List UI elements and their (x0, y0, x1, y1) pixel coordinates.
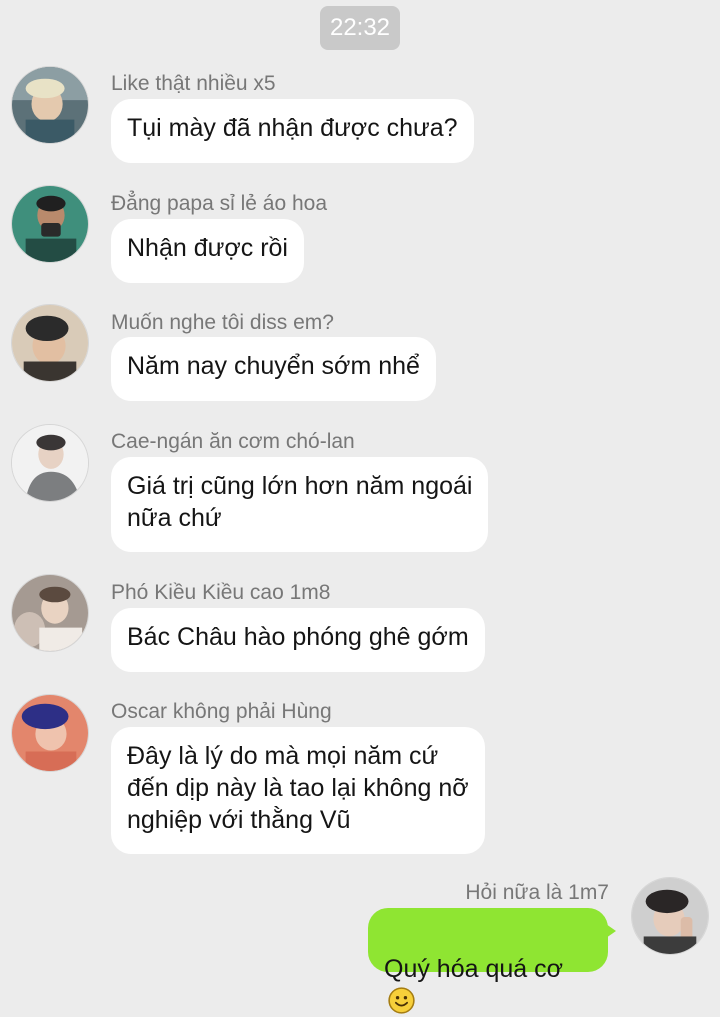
sender-name: Cae-ngán ăn cơm chó-lan (111, 430, 355, 453)
avatar-photo-icon (12, 575, 88, 651)
message-bubble[interactable]: Năm nay chuyển sớm nhể (111, 337, 436, 401)
avatar[interactable] (11, 694, 89, 772)
avatar[interactable] (11, 304, 89, 382)
sender-name: Muốn nghe tôi diss em? (111, 311, 334, 334)
own-sender-name: Hỏi nữa là 1m7 (465, 881, 609, 904)
sender-name: Like thật nhiều x5 (111, 72, 276, 95)
sender-name: Đẳng papa sỉ lẻ áo hoa (111, 192, 327, 215)
avatar-photo-icon (12, 695, 88, 771)
avatar-photo-icon (12, 425, 88, 501)
avatar-photo-icon (632, 878, 708, 954)
avatar-photo-icon (12, 186, 88, 262)
timestamp-badge: 22:32 (320, 6, 400, 50)
message-bubble[interactable]: Bác Châu hào phóng ghê gớm (111, 608, 485, 672)
message-bubble[interactable]: Đây là lý do mà mọi năm cứ đến dịp này l… (111, 727, 485, 854)
smiley-face-icon (388, 987, 415, 1014)
sender-name: Oscar không phải Hùng (111, 700, 332, 723)
avatar[interactable] (11, 66, 89, 144)
message-bubble[interactable]: Tụi mày đã nhận được chưa? (111, 99, 474, 163)
own-avatar[interactable] (631, 877, 709, 955)
own-message-bubble[interactable]: Quý hóa quá cơ (368, 908, 616, 1014)
avatar[interactable] (11, 424, 89, 502)
message-bubble[interactable]: Giá trị cũng lớn hơn năm ngoái nữa chứ (111, 457, 489, 552)
own-message-text: Quý hóa quá cơ (384, 955, 564, 983)
sender-name: Phó Kiều Kiều cao 1m8 (111, 581, 331, 604)
message-bubble[interactable]: Nhận được rồi (111, 219, 304, 283)
avatar-photo-icon (12, 67, 88, 143)
avatar[interactable] (11, 574, 89, 652)
avatar-photo-icon (12, 305, 88, 381)
avatar[interactable] (11, 185, 89, 263)
